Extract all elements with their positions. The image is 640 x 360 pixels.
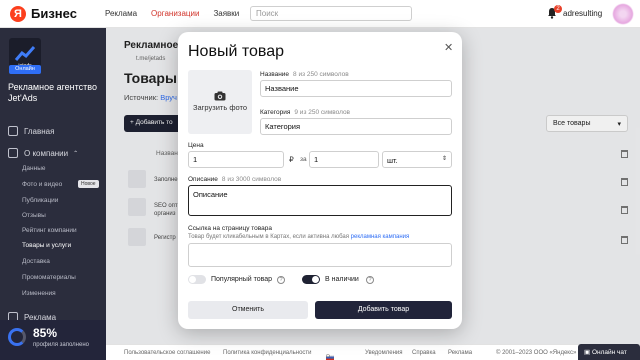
company-name: Рекламное агентство Jet'Ads xyxy=(8,82,97,103)
progress-label: профиля заполнено xyxy=(33,342,89,348)
name-field-label: Название 8 из 250 символов xyxy=(260,71,349,78)
footer-link-ads[interactable]: Реклама xyxy=(448,350,472,356)
camera-icon xyxy=(214,91,226,101)
footer-copyright: © 2001–2023 ООО «Яндекс» xyxy=(496,350,577,356)
help-icon[interactable]: ? xyxy=(366,276,374,284)
close-icon[interactable]: ✕ xyxy=(444,41,453,54)
sidebar-sub-publications[interactable]: Публикации xyxy=(22,197,58,204)
chevron-up-icon: ⌃ xyxy=(73,150,79,157)
quantity-input[interactable] xyxy=(309,151,379,168)
label-text: Описание xyxy=(188,176,218,183)
name-input[interactable] xyxy=(260,80,452,97)
sidebar-item-about[interactable]: О компании ⌃ xyxy=(0,148,106,158)
sidebar-sub-rating[interactable]: Рейтинг компании xyxy=(22,227,77,234)
unit-value: шт. xyxy=(387,156,398,165)
toggle-knob xyxy=(189,276,196,283)
progress-ring-icon xyxy=(8,328,26,346)
dialog-title: Новый товар xyxy=(188,43,284,60)
footer-link-notifications[interactable]: Уведомления xyxy=(365,350,403,356)
nav-organizations[interactable]: Организации xyxy=(151,9,199,18)
hint-text: Товар будет кликабельным в Картах, если … xyxy=(188,234,349,240)
sidebar-sub-data[interactable]: Данные xyxy=(22,165,45,172)
price-field-label: Цена xyxy=(188,142,204,149)
cancel-button[interactable]: Отменить xyxy=(188,301,308,319)
footer-link-help[interactable]: Справка xyxy=(412,350,436,356)
link-field-label: Ссылка на страницу товара xyxy=(188,225,273,232)
sidebar-sub-changes[interactable]: Изменения xyxy=(22,290,56,297)
info-icon xyxy=(8,148,18,158)
online-chat-button[interactable]: ▣ Онлайн чат xyxy=(578,344,640,360)
yandex-logo-icon: Я xyxy=(10,5,26,22)
upload-photo-button[interactable]: Загрузить фото xyxy=(188,70,252,134)
yandex-business-logo[interactable]: Я Бизнес xyxy=(10,5,77,22)
description-field-label: Описание 8 из 3000 символов xyxy=(188,176,281,183)
sidebar-item-label: Главная xyxy=(24,126,55,136)
sidebar-sub-products[interactable]: Товары и услуги xyxy=(22,242,71,249)
product-link-input[interactable] xyxy=(188,243,452,267)
description-textarea[interactable]: Описание xyxy=(188,185,452,216)
char-counter: 8 из 3000 символов xyxy=(221,176,282,183)
toggle-knob xyxy=(312,276,319,283)
sidebar-item-label: О компании xyxy=(24,148,69,158)
category-input[interactable] xyxy=(260,118,452,135)
per-label: за xyxy=(300,156,307,163)
profile-progress[interactable]: 85% профиля заполнено xyxy=(0,320,106,360)
char-counter: 8 из 250 символов xyxy=(293,71,349,78)
logo-text: Бизнес xyxy=(31,6,77,21)
search-input[interactable]: Поиск xyxy=(250,6,412,21)
in-stock-toggle[interactable] xyxy=(302,275,320,284)
user-name[interactable]: adresulting xyxy=(563,9,602,18)
ad-campaign-link[interactable]: рекламная кампания xyxy=(351,234,410,240)
select-arrows-icon: ⇕ xyxy=(442,156,448,162)
price-input[interactable] xyxy=(188,151,284,168)
online-badge: Онлайн xyxy=(9,65,41,74)
progress-value: 85% xyxy=(33,326,58,340)
notification-badge: 2 xyxy=(554,5,562,13)
in-stock-label: В наличии xyxy=(325,276,359,283)
chat-label: Онлайн чат xyxy=(591,349,627,356)
top-nav: Реклама Организации Заявки xyxy=(105,9,239,18)
link-hint: Товар будет кликабельным в Картах, если … xyxy=(188,234,409,240)
sidebar: jetads Онлайн Рекламное агентство Jet'Ad… xyxy=(0,28,106,360)
language-label: Ru xyxy=(326,355,334,360)
footer-link-privacy[interactable]: Политика конфиденциальности xyxy=(223,350,312,356)
new-product-dialog: Новый товар ✕ Загрузить фото Название 8 и… xyxy=(178,32,462,329)
sidebar-sub-photo[interactable]: Фото и видео xyxy=(22,181,62,188)
label-text: Категория xyxy=(260,109,291,116)
char-counter: 9 из 250 символов xyxy=(294,109,351,116)
sidebar-sub-promo[interactable]: Промоматериалы xyxy=(22,274,76,281)
upload-photo-label: Загрузить фото xyxy=(192,103,248,112)
help-icon[interactable]: ? xyxy=(277,276,285,284)
add-product-button[interactable]: Добавить товар xyxy=(315,301,452,319)
nav-ads[interactable]: Реклама xyxy=(105,9,137,18)
sidebar-sub-reviews[interactable]: Отзывы xyxy=(22,212,46,219)
popular-label: Популярный товар xyxy=(211,276,273,283)
nav-requests[interactable]: Заявки xyxy=(213,9,239,18)
category-field-label: Категория 9 из 250 символов xyxy=(260,109,350,116)
home-icon xyxy=(8,126,18,136)
sidebar-sub-delivery[interactable]: Доставка xyxy=(22,258,50,265)
footer: Пользовательское соглашение Политика кон… xyxy=(106,344,640,360)
sidebar-item-home[interactable]: Главная xyxy=(0,126,106,136)
avatar[interactable] xyxy=(612,3,634,25)
chat-icon: ▣ xyxy=(584,349,592,356)
popular-toggle[interactable] xyxy=(188,275,206,284)
label-text: Название xyxy=(260,71,290,78)
footer-link-terms[interactable]: Пользовательское соглашение xyxy=(124,350,210,356)
new-badge: Новое xyxy=(78,180,99,188)
currency-label: ₽ xyxy=(289,155,294,164)
